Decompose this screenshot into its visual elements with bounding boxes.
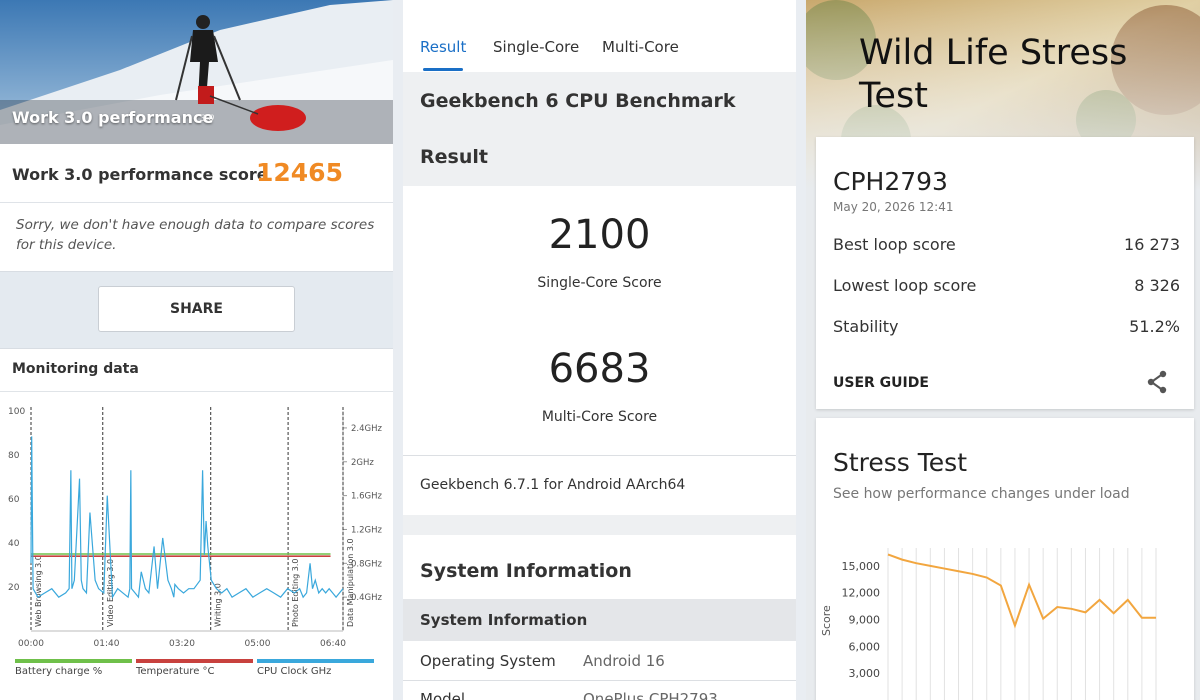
work-performance-panel: Work 3.0 performance 3.0 Work 3.0 perfor…: [0, 0, 393, 700]
y-tick: 15,000: [842, 560, 881, 573]
y-tick: 9,000: [849, 614, 881, 627]
user-guide-link[interactable]: USER GUIDE: [833, 375, 929, 391]
stress-test-title: Stress Test: [833, 448, 968, 477]
legend-battery: Battery charge %: [15, 659, 132, 677]
comparison-collage: Work 3.0 performance 3.0 Work 3.0 perfor…: [0, 0, 1200, 700]
version-badge: 3.0: [200, 114, 215, 124]
y-tick: 6,000: [849, 640, 881, 653]
score-card: Work 3.0 performance score 12465 Sorry, …: [0, 144, 393, 272]
section-label: Web Browsing 3.0: [34, 555, 43, 627]
model-key: Model: [420, 690, 466, 700]
legend-swatch: [136, 659, 253, 663]
y-tick-left: 100: [8, 407, 25, 417]
divider: [403, 455, 796, 456]
legend-label: CPU Clock GHz: [257, 666, 332, 677]
legend-label: Battery charge %: [15, 666, 103, 677]
hero-banner: Work 3.0 performance 3.0: [0, 0, 393, 144]
monitoring-title: Monitoring data: [12, 361, 139, 377]
best-loop-label: Best loop score: [833, 235, 956, 254]
share-button[interactable]: SHARE: [98, 286, 295, 332]
y-tick-right: 1.2GHz: [351, 525, 382, 535]
test-title: Wild Life Stress Test: [859, 33, 1128, 116]
best-loop-value: 16 273: [1124, 235, 1180, 254]
divider: [0, 391, 393, 392]
wild-life-panel: Wild Life Stress Test CPH2793 May 20, 20…: [806, 0, 1200, 700]
single-core-score: 2100: [548, 212, 651, 258]
stress-test-card: Stress Test See how performance changes …: [816, 418, 1194, 700]
section-label: Data Manipulation 3.0: [346, 538, 355, 627]
legend-cpu-clock: CPU Clock GHz: [257, 659, 374, 677]
tab-multi-core[interactable]: Multi-Core: [602, 38, 679, 56]
stability-label: Stability: [833, 317, 899, 336]
multi-core-label: Multi-Core Score: [541, 409, 658, 425]
share-icon[interactable]: [1146, 370, 1168, 394]
single-core-label: Single-Core Score: [537, 275, 662, 291]
y-tick-right: 2GHz: [351, 458, 374, 468]
system-info-heading: System Information: [420, 560, 632, 582]
geekbench-panel: Result Single-Core Multi-Core Geekbench …: [403, 0, 796, 700]
score-label: Work 3.0 performance score: [12, 165, 268, 184]
x-tick: 03:20: [169, 639, 195, 649]
system-info-bar: System Information: [403, 599, 796, 641]
stress-test-chart: 15,000 12,000 9,000 6,000 3,000 Score: [820, 548, 1157, 700]
divider: [403, 680, 796, 681]
result-heading: Result: [420, 146, 488, 168]
tab-bar: Result Single-Core Multi-Core: [403, 0, 796, 72]
tab-single-core[interactable]: Single-Core: [493, 38, 579, 56]
y-tick: 3,000: [849, 667, 881, 680]
score-line: [887, 553, 1156, 629]
x-tick: 00:00: [18, 639, 44, 649]
legend-swatch: [15, 659, 132, 663]
test-date: May 20, 2026 12:41: [833, 200, 954, 214]
x-tick: 06:40: [320, 639, 346, 649]
tab-result[interactable]: Result: [420, 38, 466, 56]
y-tick-right: 0.8GHz: [351, 559, 382, 569]
score-row: Work 3.0 performance score 12465: [0, 144, 393, 203]
model-value: OnePlus CPH2793: [583, 690, 718, 700]
os-key: Operating System: [420, 652, 556, 670]
version-text: Geekbench 6.7.1 for Android AArch64: [420, 477, 686, 493]
y-tick-right: 2.4GHz: [351, 424, 382, 434]
hero-title: Work 3.0 performance: [12, 108, 214, 127]
benchmark-title: Geekbench 6 CPU Benchmark: [420, 90, 736, 112]
monitoring-chart: 100 80 60 40 20 2.4GHz 2GHz 1.6GHz 1.2GHz 0.8GHz 0…: [8, 407, 382, 649]
y-tick: 12,000: [842, 587, 881, 600]
stability-value: 51.2%: [1129, 317, 1180, 336]
score-value: 12465: [256, 158, 343, 187]
monitoring-card: Monitoring data 100 80 60 40 20 2.4GHz 2GHz 1.6…: [0, 348, 393, 700]
y-tick-left: 60: [8, 495, 20, 505]
y-tick-right: 1.6GHz: [351, 492, 382, 502]
active-tab-indicator: [423, 68, 463, 71]
stress-test-subtitle: See how performance changes under load: [833, 486, 1130, 502]
y-tick-right: 0.4GHz: [351, 593, 382, 603]
y-tick-left: 20: [8, 583, 20, 593]
compare-note: Sorry, we don't have enough data to comp…: [16, 217, 375, 253]
device-name: CPH2793: [833, 167, 948, 196]
y-axis-label: Score: [820, 605, 833, 636]
y-tick-left: 80: [8, 451, 20, 461]
section-gap: [403, 515, 796, 535]
legend-label: Temperature °C: [136, 666, 215, 677]
legend-temperature: Temperature °C: [136, 659, 253, 677]
legend-swatch: [257, 659, 374, 663]
system-info-bar-label: System Information: [420, 611, 588, 629]
multi-core-score: 6683: [548, 346, 651, 392]
os-value: Android 16: [583, 652, 665, 670]
x-tick: 01:40: [94, 639, 120, 649]
lowest-loop-label: Lowest loop score: [833, 276, 977, 295]
x-tick: 05:00: [245, 639, 271, 649]
y-tick-left: 40: [8, 539, 20, 549]
lowest-loop-value: 8 326: [1134, 276, 1180, 295]
result-card: CPH2793 May 20, 2026 12:41 Best loop sco…: [816, 137, 1194, 409]
section-label: Video Editing 3.0: [106, 559, 115, 627]
